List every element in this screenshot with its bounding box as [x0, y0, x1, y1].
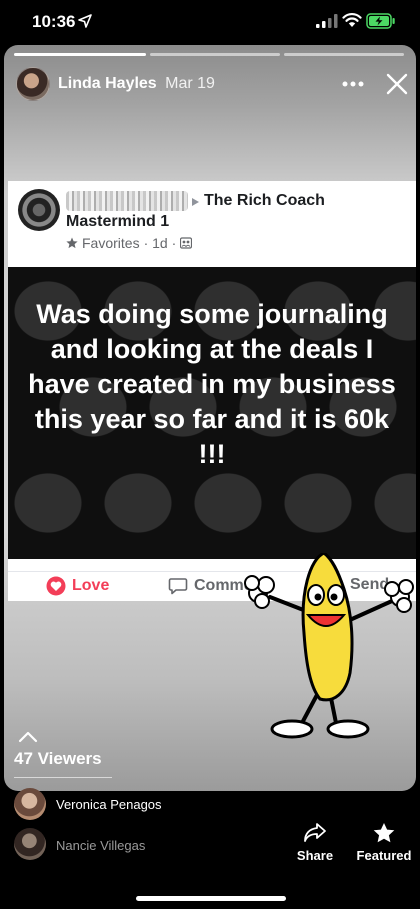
author-avatar[interactable]	[16, 67, 50, 101]
more-icon[interactable]	[342, 81, 364, 87]
location-arrow-icon	[78, 14, 92, 28]
share-button[interactable]: Share	[290, 822, 340, 866]
chevron-up-icon[interactable]	[18, 731, 38, 743]
viewer-avatar[interactable]	[14, 828, 46, 860]
wifi-icon	[342, 13, 362, 27]
viewers-divider	[14, 777, 112, 778]
viewer-name[interactable]: Nancie Villegas	[56, 838, 145, 853]
post-avatar	[18, 189, 60, 231]
meta-favorites: Favorites	[82, 235, 140, 251]
featured-button[interactable]: Featured	[352, 822, 416, 866]
meta-time: · 1d ·	[143, 235, 177, 251]
share-icon	[304, 823, 326, 842]
story-author[interactable]: Linda Hayles Mar 19	[58, 75, 215, 93]
share-label: Share	[296, 848, 334, 863]
close-icon[interactable]	[386, 73, 408, 95]
author-name: Linda Hayles	[58, 75, 157, 92]
love-button[interactable]: Love	[46, 576, 109, 596]
story-progress-segment	[150, 53, 280, 56]
star-icon	[373, 823, 395, 843]
story-date: Mar 19	[165, 75, 215, 92]
story-card[interactable]: Linda Hayles Mar 19 The Rich Coach Maste…	[4, 45, 416, 791]
triangle-right-icon	[192, 198, 199, 206]
viewer-avatar[interactable]	[14, 788, 46, 820]
comment-icon	[168, 578, 188, 595]
dancing-banana-sticker[interactable]	[240, 553, 416, 749]
featured-label: Featured	[356, 848, 412, 863]
status-bar: 10:36	[0, 0, 420, 44]
story-progress-segment	[14, 53, 146, 56]
viewers-count[interactable]: 47 Viewers	[14, 749, 102, 769]
viewer-name[interactable]: Veronica Penagos	[56, 797, 162, 812]
post-image: Was doing some journaling and looking at…	[8, 267, 416, 559]
heart-icon	[46, 576, 66, 596]
battery-charging-icon	[366, 13, 395, 29]
status-time: 10:36	[32, 12, 76, 31]
post-group-name-line2: Mastermind 1	[66, 213, 170, 230]
shared-post[interactable]: The Rich Coach Mastermind 1 Favorites · …	[8, 181, 416, 601]
post-group-name: The Rich Coach	[204, 192, 325, 209]
love-label: Love	[72, 577, 110, 594]
star-icon	[66, 237, 78, 249]
signal-icon	[316, 14, 338, 28]
story-progress-segment	[284, 53, 404, 56]
home-indicator	[136, 896, 286, 901]
group-privacy-icon	[180, 237, 193, 249]
post-meta: Favorites · 1d ·	[66, 235, 193, 251]
blurred-name	[66, 191, 188, 211]
post-image-text: Was doing some journaling and looking at…	[28, 299, 396, 469]
